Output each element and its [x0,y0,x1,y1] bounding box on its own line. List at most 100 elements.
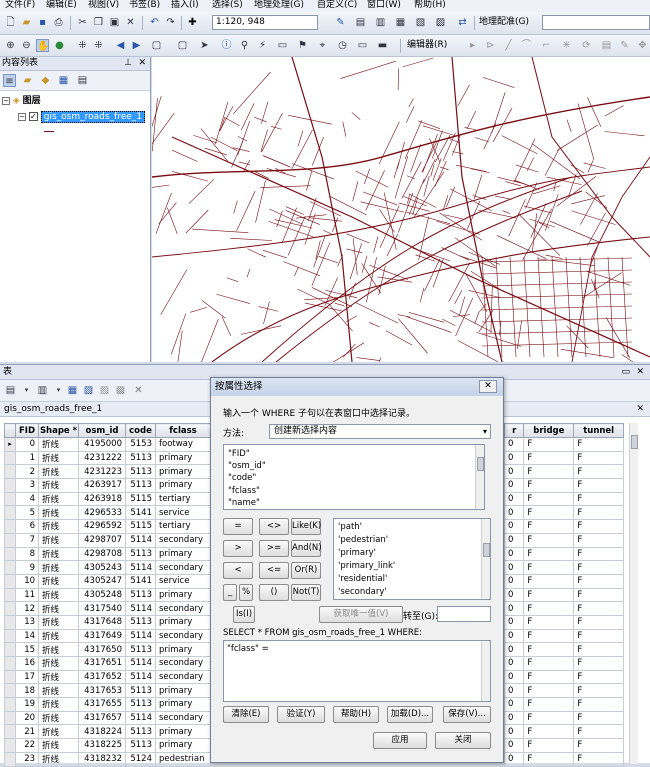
chevron-down-icon[interactable]: ▾ [483,425,487,438]
close-icon[interactable]: ✕ [636,402,644,416]
table-row[interactable]: 0FF [505,520,624,534]
table-cell-shape[interactable]: 折线 [39,561,79,575]
table-cell-bridge[interactable]: F [524,657,574,671]
table-cell-shape[interactable]: 折线 [39,725,79,739]
end-point-arc-icon[interactable]: ⌒ [520,39,533,52]
field-item[interactable]: "fclass" [228,485,260,497]
table-cell-shape[interactable]: 折线 [39,438,79,452]
open-folder-icon[interactable]: ▰ [20,16,33,29]
where-scrollbar[interactable] [481,641,490,701]
table-cell-shape[interactable]: 折线 [39,643,79,657]
table-row[interactable]: ▸0折线41950005153footway [5,438,211,452]
table-row[interactable]: 0FF [505,670,624,684]
table-row[interactable]: 11折线43052485113primary [5,588,211,602]
table-cell-tunnel[interactable]: F [574,602,624,616]
table-cell-tunnel[interactable]: F [574,492,624,506]
table-cell-fid[interactable]: 18 [16,684,39,698]
fixed-zoom-out-icon[interactable]: ⁜ [92,39,105,52]
table-cell-osm_id[interactable]: 4317540 [79,602,126,616]
column-header[interactable]: tunnel [574,424,624,438]
table-cell-fid[interactable]: 4 [16,492,39,506]
collapse-icon[interactable]: − [18,113,26,121]
table-row[interactable]: 0FF [505,752,624,766]
table-cell-shape[interactable]: 折线 [39,574,79,588]
table-cell-osm_id[interactable]: 4305243 [79,561,126,575]
layer-name[interactable]: gis_osm_roads_free_1 [41,111,145,123]
table-cell-osm_id[interactable]: 4305247 [79,574,126,588]
menu-edit[interactable]: 编辑(E) [46,0,77,11]
table-cell-tunnel[interactable]: F [574,657,624,671]
table-cell-tunnel[interactable]: F [574,725,624,739]
table-cell-osm_id[interactable]: 4317652 [79,670,126,684]
delete-icon[interactable]: ✕ [124,16,137,29]
table-cell-shape[interactable]: 折线 [39,657,79,671]
table-cell-r[interactable]: 0 [505,725,524,739]
table-cell-osm_id[interactable]: 4317653 [79,684,126,698]
table-cell-bridge[interactable]: F [524,711,574,725]
table-row[interactable]: 0FF [505,684,624,698]
list-by-selection-icon[interactable]: ▦ [57,74,70,87]
table-cell-osm_id[interactable]: 4195000 [79,438,126,452]
table-cell-osm_id[interactable]: 4263917 [79,479,126,493]
operator-button[interactable]: = [223,518,253,535]
table-cell-shape[interactable]: 折线 [39,711,79,725]
table-cell-osm_id[interactable]: 4296533 [79,506,126,520]
table-cell-code[interactable]: 5141 [126,574,156,588]
select-elements-icon[interactable]: ➤ [198,39,211,52]
table-cell-bridge[interactable]: F [524,561,574,575]
table-cell-fid[interactable]: 17 [16,670,39,684]
column-header[interactable]: r [505,424,524,438]
operator-button[interactable]: > [223,540,253,557]
table-row[interactable]: 0FF [505,711,624,725]
values-scrollbar[interactable] [481,519,490,599]
table-cell-bridge[interactable]: F [524,739,574,753]
options-icon[interactable]: ▤ [76,74,89,87]
row-selector[interactable] [5,602,16,616]
table-row[interactable]: 16折线43176515114secondary [5,657,211,671]
table-row[interactable]: 17折线43176525114secondary [5,670,211,684]
model-builder-icon[interactable]: ⇄ [456,16,469,29]
table-cell-code[interactable]: 5153 [126,438,156,452]
row-selector[interactable] [5,684,16,698]
table-row[interactable]: 0FF [505,629,624,643]
table-cell-shape[interactable]: 折线 [39,479,79,493]
table-cell-r[interactable]: 0 [505,451,524,465]
editor-menu[interactable]: 编辑器(R) [407,39,447,52]
table-cell-bridge[interactable]: F [524,698,574,712]
value-item[interactable]: 'pedestrian' [338,534,388,546]
table-cell-bridge[interactable]: F [524,465,574,479]
table-cell-bridge[interactable]: F [524,643,574,657]
table-cell-osm_id[interactable]: 4231223 [79,465,126,479]
table-cell-fclass[interactable]: primary [156,451,211,465]
table-cell-fid[interactable]: 20 [16,711,39,725]
copy-icon[interactable]: ❐ [92,16,105,29]
table-cell-fclass[interactable]: primary [156,588,211,602]
table-cell-fclass[interactable]: primary [156,643,211,657]
table-cell-tunnel[interactable]: F [574,574,624,588]
forward-extent-icon[interactable]: ▶ [130,39,143,52]
table-cell-osm_id[interactable]: 4305248 [79,588,126,602]
full-extent-icon[interactable]: ● [53,39,66,52]
table-cell-fclass[interactable]: primary [156,698,211,712]
find-icon[interactable]: ⚲ [238,39,251,52]
table-row[interactable]: 1折线42312225113primary [5,451,211,465]
table-cell-bridge[interactable]: F [524,725,574,739]
table-cell-tunnel[interactable]: F [574,615,624,629]
list-by-source-icon[interactable]: ▰ [21,74,34,87]
table-cell-bridge[interactable]: F [524,547,574,561]
layers-root[interactable]: − ◈ 图层 [2,95,41,107]
where-clause-input[interactable]: "fclass" = [223,640,491,702]
column-header[interactable]: FID [16,424,39,438]
table-cell-fid[interactable]: 21 [16,725,39,739]
html-popup-icon[interactable]: ▭ [276,39,289,52]
table-cell-tunnel[interactable]: F [574,451,624,465]
table-cell-fclass[interactable]: secondary [156,670,211,684]
menu-view[interactable]: 视图(V) [88,0,119,11]
table-cell-r[interactable]: 0 [505,752,524,766]
operator-button[interactable]: () [259,584,289,601]
list-by-drawing-order-icon[interactable]: ≡ [3,74,16,87]
table-cell-tunnel[interactable]: F [574,670,624,684]
table-cell-shape[interactable]: 折线 [39,670,79,684]
dropdown-icon[interactable]: ▾ [20,384,33,397]
table-cell-shape[interactable]: 折线 [39,547,79,561]
